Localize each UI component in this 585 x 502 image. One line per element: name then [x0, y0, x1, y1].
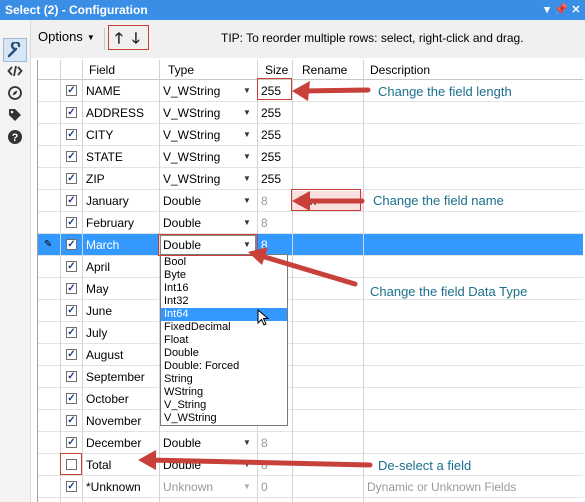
- annotation-field-length: Change the field length: [378, 84, 512, 99]
- annotation-data-type: Change the field Data Type: [370, 284, 528, 299]
- annotation-field-name: Change the field name: [373, 193, 504, 208]
- annotation-arrows: [138, 81, 373, 470]
- annotation-deselect: De-select a field: [378, 458, 472, 473]
